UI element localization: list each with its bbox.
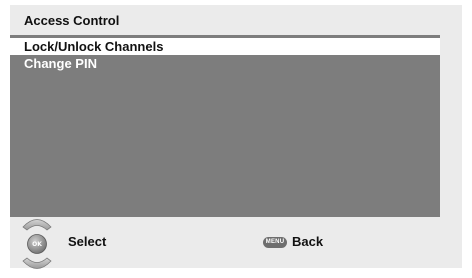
ok-button-icon[interactable]: OK [27, 234, 47, 254]
select-hint-label: Select [68, 234, 107, 249]
menu-button-icon[interactable]: MENU [263, 237, 287, 248]
menu-item-lock-unlock-channels[interactable]: Lock/Unlock Channels [10, 38, 440, 55]
page-title: Access Control [24, 13, 120, 28]
nav-pad-graphic: OK [22, 219, 52, 269]
arrow-up-icon[interactable] [22, 219, 52, 231]
menu-item-change-pin[interactable]: Change PIN [10, 55, 97, 72]
access-control-screen: Access Control Lock/Unlock Channels Chan… [10, 5, 462, 268]
menu-panel: Lock/Unlock Channels Change PIN [10, 35, 440, 217]
ok-key-label: OK [32, 241, 42, 248]
navigation-pad: OK [22, 215, 52, 273]
back-hint-label: Back [292, 234, 324, 249]
arrow-down-icon[interactable] [22, 257, 52, 269]
